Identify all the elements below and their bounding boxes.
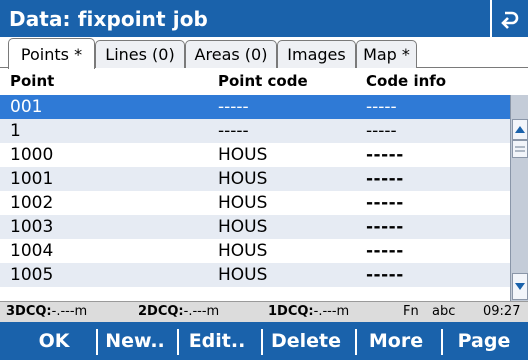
column-header-code-info[interactable]: Code info [366, 72, 446, 90]
1dcq-label: 1DCQ: [268, 304, 314, 319]
new-button[interactable]: New.. [98, 322, 172, 360]
delete-button[interactable]: Delete [263, 322, 349, 360]
scroll-thumb[interactable] [512, 140, 528, 158]
tab-images[interactable]: Images [277, 40, 356, 68]
point-id: 001 [10, 97, 43, 117]
table-row[interactable]: 1001 HOUS ----- [0, 167, 510, 191]
point-code: HOUS [218, 241, 268, 261]
tab-strip: Points * Lines (0) Areas (0) Images Map … [0, 37, 528, 69]
title-bar: Data: fixpoint job [0, 0, 528, 37]
point-code: HOUS [218, 145, 268, 165]
table-row[interactable]: 1002 HOUS ----- [0, 191, 510, 215]
point-id: 1004 [10, 241, 54, 261]
code-info: ----- [366, 169, 404, 189]
code-info: ----- [366, 265, 404, 285]
table-row[interactable]: 1005 HOUS ----- [0, 263, 510, 287]
1dcq-value: -.---m [313, 304, 350, 319]
fn-indicator: Fn [403, 304, 419, 319]
3dcq-value: -.---m [51, 304, 88, 319]
more-button[interactable]: More [357, 322, 435, 360]
table-row[interactable]: 1004 HOUS ----- [0, 239, 510, 263]
tab-points[interactable]: Points * [8, 38, 95, 69]
table-row[interactable]: 001 ----- ----- [0, 95, 510, 119]
point-id: 1005 [10, 265, 54, 285]
scrollbar[interactable] [510, 95, 528, 301]
status-bar: 3DCQ:-.---m 2DCQ:-.---m 1DCQ:-.---m Fn a… [0, 301, 528, 322]
code-info: ----- [366, 121, 397, 141]
code-info: ----- [366, 217, 404, 237]
return-arrow-icon [501, 11, 519, 29]
tab-map[interactable]: Map * [356, 40, 417, 68]
column-header-point[interactable]: Point [10, 72, 54, 90]
clock: 09:27 [483, 304, 521, 319]
2dcq-label: 2DCQ: [138, 304, 184, 319]
point-code: ----- [218, 121, 249, 141]
point-code: HOUS [218, 265, 268, 285]
tab-areas[interactable]: Areas (0) [185, 40, 277, 68]
column-header-point-code[interactable]: Point code [218, 72, 308, 90]
back-button[interactable] [490, 0, 528, 37]
softkey-bar: OK New.. Edit.. Delete More Page [0, 322, 528, 360]
point-id: 1000 [10, 145, 54, 165]
point-code: HOUS [218, 169, 268, 189]
table-header: Point Point code Code info [0, 68, 510, 95]
ok-button[interactable]: OK [18, 322, 90, 360]
3dcq-label: 3DCQ: [6, 304, 52, 319]
point-id: 1003 [10, 217, 54, 237]
point-code: HOUS [218, 193, 268, 213]
code-info: ----- [366, 145, 404, 165]
code-info: ----- [366, 193, 404, 213]
table-row[interactable]: 1003 HOUS ----- [0, 215, 510, 239]
edit-button[interactable]: Edit.. [179, 322, 255, 360]
table-row[interactable]: 1000 HOUS ----- [0, 143, 510, 167]
point-code: HOUS [218, 217, 268, 237]
point-id: 1002 [10, 193, 54, 213]
page-title: Data: fixpoint job [9, 6, 208, 31]
grip-icon [515, 146, 525, 152]
triangle-down-icon [515, 283, 525, 290]
page-button[interactable]: Page [443, 322, 525, 360]
code-info: ----- [366, 97, 397, 117]
scroll-down-button[interactable] [512, 273, 528, 300]
input-mode-indicator: abc [432, 304, 456, 319]
scroll-up-button[interactable] [512, 119, 528, 140]
table-row[interactable]: 1 ----- ----- [0, 119, 510, 143]
point-code: ----- [218, 97, 249, 117]
triangle-up-icon [515, 126, 525, 133]
code-info: ----- [366, 241, 404, 261]
2dcq-value: -.---m [183, 304, 220, 319]
point-id: 1 [10, 121, 21, 141]
points-table: 001 ----- ----- 1 ----- ----- 1000 HOUS … [0, 95, 510, 301]
point-id: 1001 [10, 169, 54, 189]
tab-lines[interactable]: Lines (0) [95, 40, 185, 68]
